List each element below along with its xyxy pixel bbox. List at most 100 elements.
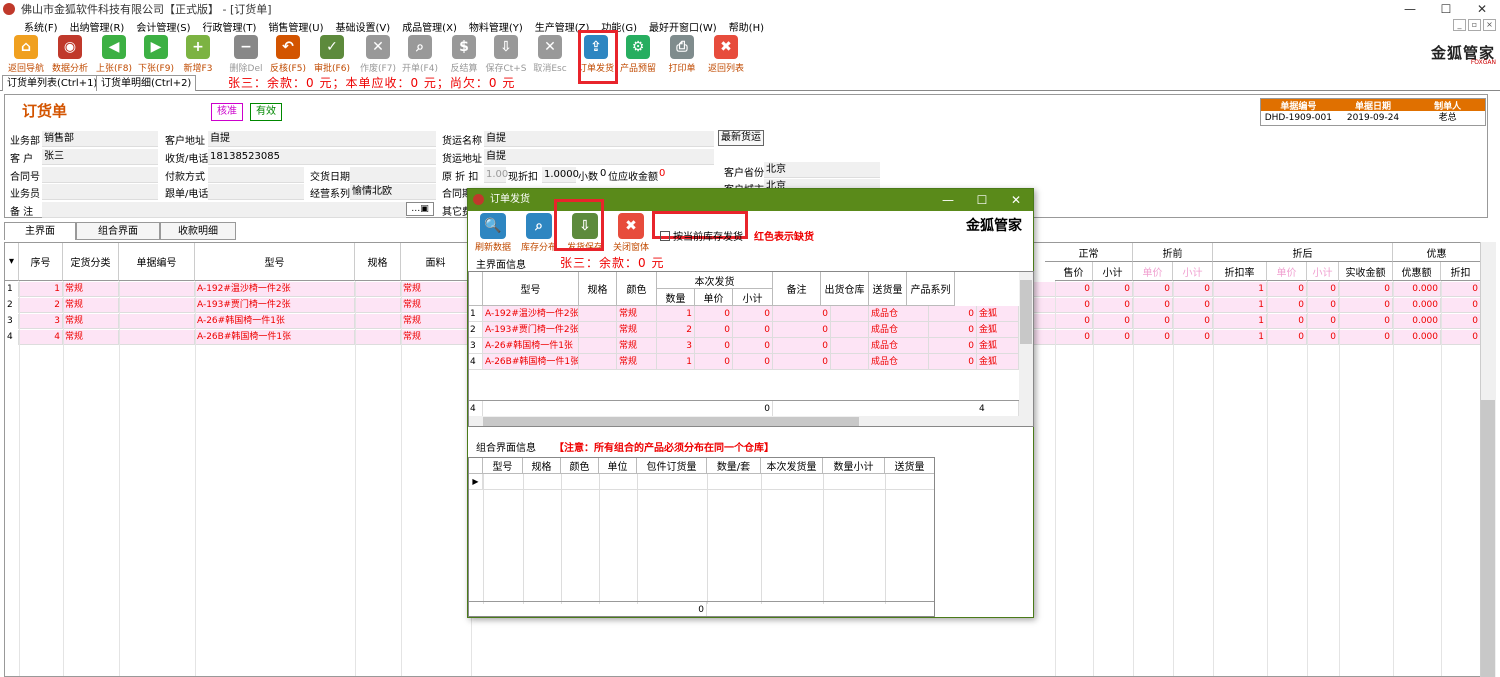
menu-products[interactable]: 成品管理(X) [396, 19, 463, 34]
prev-button[interactable]: ◀ 上张(F8) [92, 34, 136, 74]
tab-order-detail[interactable]: 订货单明细(Ctrl+2) [96, 75, 197, 91]
menu-basic-settings[interactable]: 基础设置(V) [330, 19, 397, 34]
ship-row-qty[interactable]: 1 [657, 354, 695, 370]
ship-header[interactable]: 出货仓库 [821, 272, 869, 306]
grid-right-header-6[interactable]: 小计 [1307, 262, 1339, 281]
grid-right-header-0[interactable]: 售价 [1055, 262, 1093, 281]
payment-field[interactable] [208, 167, 304, 183]
dialog-maximize-button[interactable]: ☐ [965, 189, 999, 211]
dept-field[interactable]: 销售部 [42, 131, 158, 147]
ship-header[interactable]: 产品系列 [907, 272, 955, 306]
menu-cashier[interactable]: 出纳管理(R) [64, 19, 131, 34]
customer-field[interactable]: 张三 [42, 149, 158, 165]
mdi-close-button[interactable]: × [1483, 19, 1496, 31]
tab-order-list[interactable]: 订货单列表(Ctrl+1) [2, 75, 103, 91]
delivery-date-field[interactable] [350, 167, 436, 183]
ship-row-send[interactable]: 0 [929, 306, 977, 322]
ship-header[interactable]: 送货量 [869, 272, 907, 306]
combo-header[interactable]: 型号 [483, 458, 523, 474]
ship-row-send[interactable]: 0 [929, 354, 977, 370]
ship-header[interactable]: 规格 [579, 272, 617, 306]
menu-sales[interactable]: 销售管理(U) [262, 19, 329, 34]
menu-windows[interactable]: 最好开窗口(W) [643, 19, 723, 34]
ship-header[interactable] [469, 272, 483, 306]
unapprove-button[interactable]: ↶ 反核(F5) [266, 34, 310, 74]
back-to-list-button[interactable]: ✖ 返回列表 [704, 34, 748, 74]
open-button[interactable]: ⌕ 开单(F4) [398, 34, 442, 74]
delete-button[interactable]: − 删除Del [224, 34, 268, 74]
ship-header[interactable]: 颜色 [617, 272, 657, 306]
close-window-button[interactable]: ✖ 关闭窗体 [608, 211, 654, 253]
follow-field[interactable] [208, 184, 304, 200]
grid-header-6[interactable]: 面料 [401, 243, 471, 281]
minimize-button[interactable]: — [1392, 0, 1428, 18]
stock-checkbox-row[interactable]: 按当前库存发货 [660, 228, 743, 243]
print-button[interactable]: ⎙ 打印单 [660, 34, 704, 74]
ship-row[interactable]: 4 A-26B#韩国椅一件1张 常规 1 0 0 0 成品仓 0 金狐 [469, 354, 1019, 370]
ship-row-qty[interactable]: 2 [657, 322, 695, 338]
combo-row[interactable]: ▶ [469, 474, 934, 490]
new-button[interactable]: + 新增F3 [176, 34, 220, 74]
back-nav-button[interactable]: ⌂ 返回导航 [4, 34, 48, 74]
ship-vscroll-thumb[interactable] [1020, 280, 1032, 344]
save-button[interactable]: ⇩ 保存Ct+S [484, 34, 528, 74]
freight-addr-field[interactable]: 自提 [484, 149, 714, 165]
combo-header[interactable]: 单位 [599, 458, 637, 474]
grid-scroll-thumb[interactable] [1481, 400, 1495, 677]
ship-hscroll-thumb[interactable] [483, 417, 859, 426]
grid-right-header-1[interactable]: 小计 [1093, 262, 1133, 281]
freight-name-field[interactable]: 自提 [484, 131, 714, 147]
grid-header-5[interactable]: 规格 [355, 243, 401, 281]
grid-header-2[interactable]: 定货分类 [63, 243, 119, 281]
ship-row[interactable]: 1 A-192#温沙椅一件2张 常规 1 0 0 0 成品仓 0 金狐 [469, 306, 1019, 322]
data-analysis-button[interactable]: ◉ 数据分析 [48, 34, 92, 74]
grid-header-4[interactable]: 型号 [195, 243, 355, 281]
grid-right-header-8[interactable]: 优惠额 [1393, 262, 1441, 281]
cur-discount-field[interactable]: 1.0000 [542, 167, 579, 183]
dialog-close-button[interactable]: ✕ [999, 189, 1033, 211]
cust-addr-field[interactable]: 自提 [208, 131, 436, 147]
ship-row-qty[interactable]: 3 [657, 338, 695, 354]
grid-right-header-7[interactable]: 实收金额 [1339, 262, 1393, 281]
tab-payments[interactable]: 收款明细 [160, 222, 236, 240]
grid-right-header-2[interactable]: 单价 [1133, 262, 1173, 281]
cancel-button[interactable]: ✕ 取消Esc [528, 34, 572, 74]
reverse-settle-button[interactable]: $ 反结算 [442, 34, 486, 74]
ship-row[interactable]: 2 A-193#贾门椅一件2张 常规 2 0 0 0 成品仓 0 金狐 [469, 322, 1019, 338]
ship-header-price[interactable]: 单价 [695, 289, 733, 306]
latest-freight-button[interactable]: 最新货运 [718, 130, 764, 146]
ship-header-qty[interactable]: 数量 [657, 289, 695, 306]
decimals-value[interactable]: 0 [600, 168, 606, 179]
close-button[interactable]: ✕ [1464, 0, 1500, 18]
combo-header[interactable]: 本次发货量 [761, 458, 823, 474]
dialog-minimize-button[interactable]: — [931, 189, 965, 211]
next-button[interactable]: ▶ 下张(F9) [134, 34, 178, 74]
discount-field[interactable]: 1.00 [484, 167, 508, 183]
ship-header-sub[interactable]: 小计 [733, 289, 773, 306]
combo-header[interactable]: 包件订货量 [637, 458, 707, 474]
contract-field[interactable] [42, 167, 158, 183]
mdi-restore-button[interactable]: ▫ [1468, 19, 1481, 31]
province-field[interactable]: 北京 [764, 162, 880, 178]
product-reserve-button[interactable]: ⚙ 产品预留 [616, 34, 660, 74]
ship-header[interactable]: 备注 [773, 272, 821, 306]
combo-header[interactable]: 颜色 [561, 458, 599, 474]
ship-row-qty[interactable]: 1 [657, 306, 695, 322]
stock-checkbox[interactable] [660, 230, 670, 241]
ship-row-send[interactable]: 0 [929, 322, 977, 338]
combo-header[interactable]: 数量/套 [707, 458, 761, 474]
menu-accounting[interactable]: 会计管理(S) [130, 19, 196, 34]
menu-system[interactable]: 系统(F) [0, 19, 64, 34]
refresh-button[interactable]: 🔍 刷新数据 [470, 211, 516, 253]
grid-header-3[interactable]: 单据编号 [119, 243, 195, 281]
grid-right-header-5[interactable]: 单价 [1267, 262, 1307, 281]
mdi-minimize-button[interactable]: _ [1453, 19, 1466, 31]
ship-header[interactable]: 型号 [483, 272, 579, 306]
menu-help[interactable]: 帮助(H) [723, 19, 770, 34]
combo-header[interactable]: 数量小计 [823, 458, 885, 474]
void-button[interactable]: ✕ 作废(F7) [356, 34, 400, 74]
grid-header-1[interactable]: 序号 [19, 243, 63, 281]
grid-right-header-3[interactable]: 小计 [1173, 262, 1213, 281]
combo-header[interactable]: 送货量 [885, 458, 934, 474]
ship-row[interactable]: 3 A-26#韩国椅一件1张 常规 3 0 0 0 成品仓 0 金狐 [469, 338, 1019, 354]
